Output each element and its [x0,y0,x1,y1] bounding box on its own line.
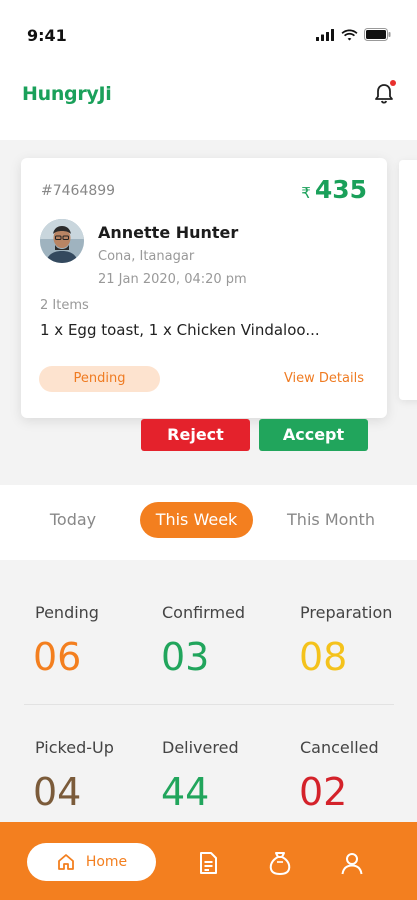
wifi-icon [341,29,358,40]
customer-location: Cona, Itanagar [98,249,195,264]
avatar-image [40,219,84,263]
status-icons [316,28,391,41]
stat-value-pending: 06 [33,635,82,679]
period-tabs: Today This Week This Month [0,485,417,560]
home-icon [57,854,74,870]
bottom-nav: Home [0,822,417,900]
notification-button[interactable] [367,76,401,110]
currency-symbol: ₹ [301,184,311,202]
stat-label-cancelled: Cancelled [300,738,379,757]
nav-home-label: Home [85,854,128,870]
customer-avatar [40,219,84,263]
stat-value-delivered: 44 [161,770,210,814]
items-count: 2 Items [40,298,89,313]
logo-text: HungryJi [22,83,112,105]
order-stats: Pending 06 Confirmed 03 Preparation 08 P… [0,560,417,822]
stat-value-confirmed: 03 [161,635,210,679]
status-bar: 9:41 [0,0,417,70]
stat-label-confirmed: Confirmed [162,603,246,622]
cellular-signal-icon [316,28,334,41]
stat-value-picked-up: 04 [33,770,82,814]
battery-icon [364,28,391,41]
nav-home[interactable]: Home [27,843,156,881]
document-icon [200,852,217,874]
stat-label-preparation: Preparation [300,603,393,622]
orders-carousel[interactable]: #7464899 ₹435 Annette Hunter Cona, Itana… [0,140,417,485]
customer-name: Annette Hunter [98,223,239,242]
money-bag-icon [269,852,291,875]
order-amount: ₹435 [301,175,367,204]
notification-dot [390,80,396,86]
app-header: HungryJi [0,70,417,140]
status-time: 9:41 [27,26,67,45]
stat-value-cancelled: 02 [299,770,348,814]
order-datetime: 21 Jan 2020, 04:20 pm [98,272,247,287]
order-amount-value: 435 [314,175,367,204]
stat-label-picked-up: Picked-Up [35,738,114,757]
stats-divider [24,704,394,705]
tab-this-month[interactable]: This Month [276,502,386,538]
user-icon [341,853,363,875]
stat-value-preparation: 08 [299,635,348,679]
view-details-link[interactable]: View Details [284,371,364,386]
reject-button[interactable]: Reject [141,419,250,451]
tab-today[interactable]: Today [34,502,112,538]
tab-this-week[interactable]: This Week [140,502,253,538]
stat-label-delivered: Delivered [162,738,239,757]
app-logo: HungryJi [22,83,112,105]
nav-profile[interactable] [339,850,365,876]
items-list: 1 x Egg toast, 1 x Chicken Vindaloo... [40,321,320,339]
order-status-badge: Pending [39,366,160,392]
nav-orders[interactable] [195,850,221,876]
next-order-card-peek[interactable] [399,160,417,400]
bell-icon [375,84,393,104]
order-card[interactable]: #7464899 ₹435 Annette Hunter Cona, Itana… [21,158,387,418]
order-id: #7464899 [41,183,116,199]
stat-label-pending: Pending [35,603,99,622]
accept-button[interactable]: Accept [259,419,368,451]
nav-earnings[interactable] [267,850,293,876]
